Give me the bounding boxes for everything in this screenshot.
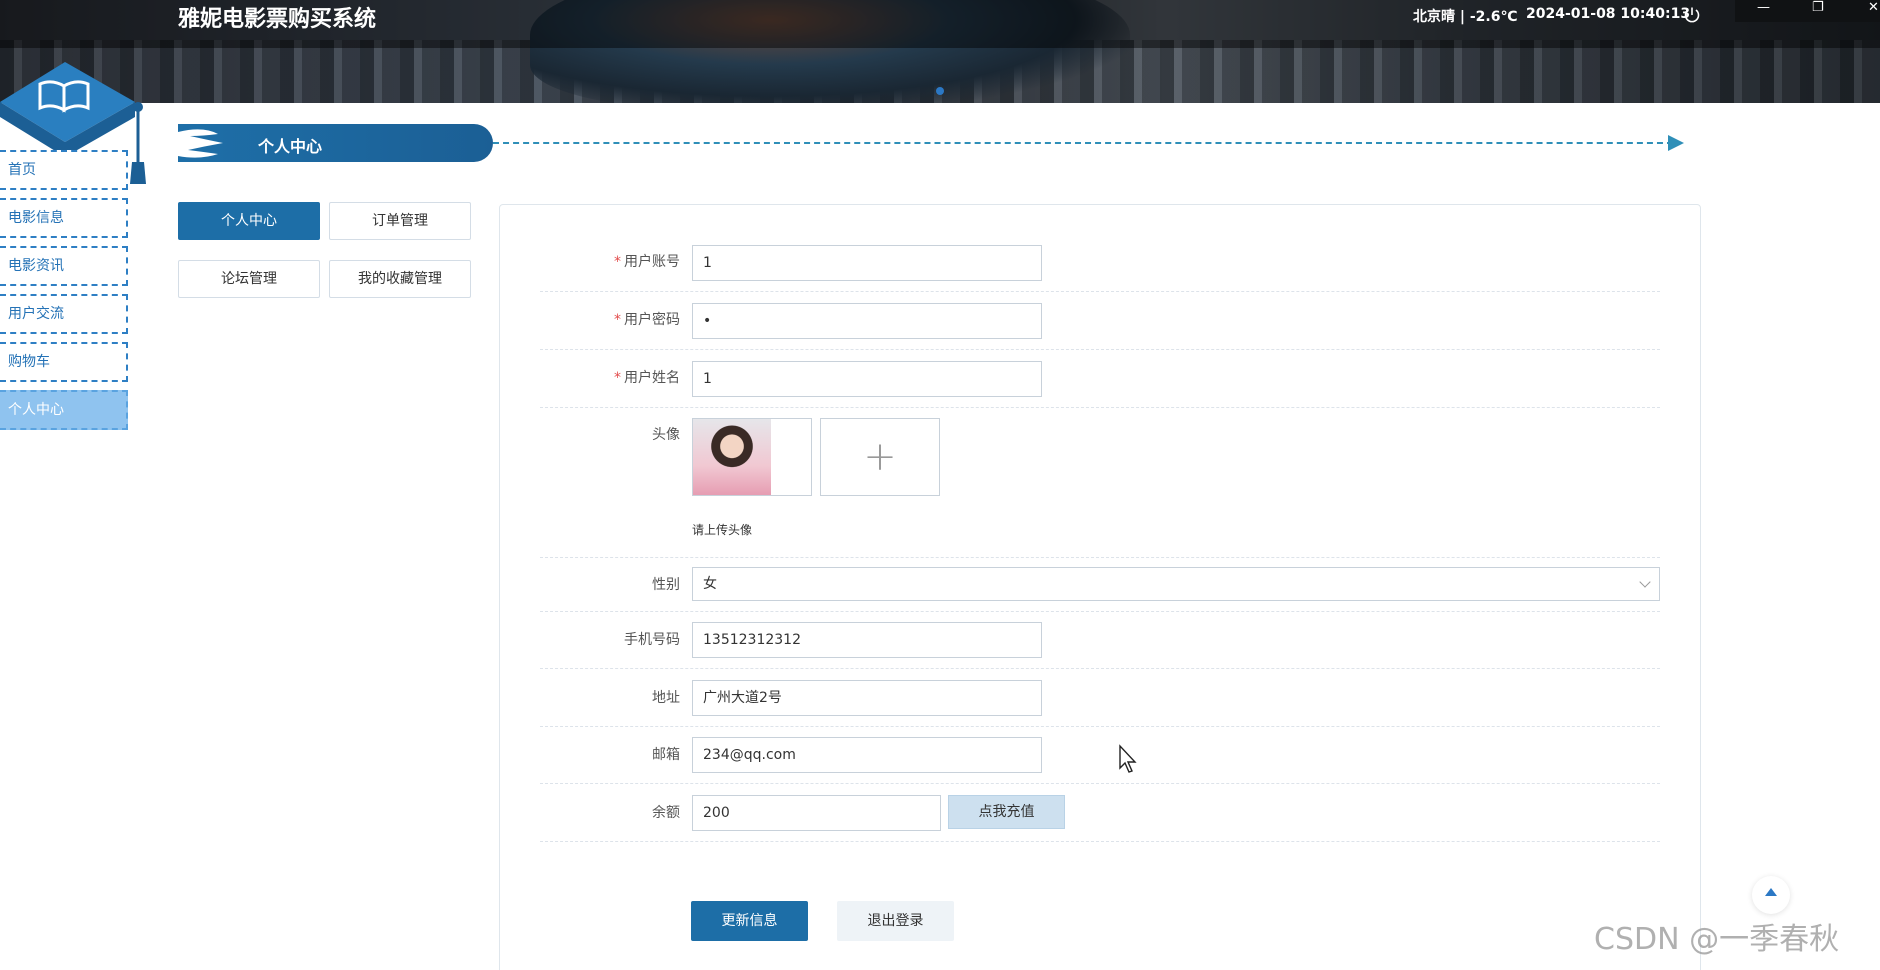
mouse-cursor-icon: [1119, 744, 1137, 773]
page-title: 个人中心: [258, 137, 323, 156]
row-divider: [540, 291, 1660, 292]
avatar-preview[interactable]: [692, 418, 812, 496]
arrow-right-icon: [1668, 135, 1684, 151]
phone-label: 手机号码: [624, 632, 680, 648]
sidebar-item-cart[interactable]: 购物车: [0, 342, 128, 382]
balance-input[interactable]: 200: [692, 795, 941, 831]
close-icon[interactable]: ✕: [1868, 0, 1879, 15]
site-title: 雅妮电影票购买系统: [178, 7, 377, 32]
name-input[interactable]: 1: [692, 361, 1042, 397]
header-banner: 雅妮电影票购买系统 北京晴 | -2.6℃ 2024-01-08 10:40:1…: [0, 0, 1880, 103]
back-to-top-button[interactable]: [1752, 876, 1790, 914]
sidebar-item-movie-info[interactable]: 电影信息: [0, 198, 128, 238]
logout-button[interactable]: 退出登录: [837, 901, 954, 941]
sidebar-item-user-forum[interactable]: 用户交流: [0, 294, 128, 334]
name-label: * 用户姓名: [614, 370, 680, 386]
row-divider: [540, 557, 1660, 558]
update-info-button[interactable]: 更新信息: [691, 901, 808, 941]
row-divider: [540, 668, 1660, 669]
sidebar-item-profile[interactable]: 个人中心: [0, 390, 128, 430]
tab-forum[interactable]: 论坛管理: [178, 260, 320, 298]
avatar-image: [693, 419, 771, 495]
password-input[interactable]: •: [692, 303, 1042, 339]
account-label: * 用户账号: [614, 254, 680, 270]
row-divider: [540, 407, 1660, 408]
page-title-ribbon: 个人中心: [178, 124, 493, 162]
sidebar: 首页 电影信息 电影资讯 用户交流 购物车 个人中心: [0, 150, 128, 438]
sidebar-item-movie-news[interactable]: 电影资讯: [0, 246, 128, 286]
email-input[interactable]: 234@qq.com: [692, 737, 1042, 773]
tab-orders[interactable]: 订单管理: [329, 202, 471, 240]
account-input[interactable]: 1: [692, 245, 1042, 281]
gender-value: 女: [703, 576, 717, 592]
avatar-label: 头像: [652, 427, 680, 443]
power-icon[interactable]: [1683, 6, 1701, 24]
weather-info: 北京晴 | -2.6℃: [1413, 9, 1518, 25]
required-mark: *: [614, 370, 621, 386]
minimize-icon[interactable]: —: [1757, 0, 1770, 15]
row-divider: [540, 611, 1660, 612]
address-input[interactable]: 广州大道2号: [692, 680, 1042, 716]
watermark: CSDN @一季春秋: [1594, 922, 1840, 957]
restore-icon[interactable]: ❐: [1812, 0, 1824, 15]
flame-decoration-icon: [178, 129, 223, 158]
window-controls: — ❐ ✕: [1735, 0, 1880, 22]
carousel-indicator-dot[interactable]: [936, 87, 944, 95]
sidebar-item-home[interactable]: 首页: [0, 150, 128, 190]
upload-hint: 请上传头像: [692, 523, 753, 537]
address-label: 地址: [652, 690, 680, 706]
upload-plus-icon[interactable]: +: [820, 418, 940, 496]
datetime: 2024-01-08 10:40:13: [1526, 6, 1691, 22]
email-label: 邮箱: [652, 747, 680, 763]
tab-favorites[interactable]: 我的收藏管理: [329, 260, 471, 298]
row-divider: [540, 726, 1660, 727]
phone-input[interactable]: 13512312312: [692, 622, 1042, 658]
recharge-button[interactable]: 点我充值: [948, 795, 1065, 829]
title-dashed-line: [493, 142, 1673, 144]
gender-label: 性别: [652, 577, 680, 593]
gender-select[interactable]: 女: [692, 567, 1660, 601]
required-mark: *: [614, 312, 621, 328]
balance-label: 余额: [652, 805, 680, 821]
row-divider: [540, 783, 1660, 784]
row-divider: [540, 841, 1660, 842]
password-label: * 用户密码: [614, 312, 680, 328]
chevron-down-icon: [1639, 576, 1651, 588]
required-mark: *: [614, 254, 621, 270]
tab-profile[interactable]: 个人中心: [178, 202, 320, 240]
row-divider: [540, 349, 1660, 350]
